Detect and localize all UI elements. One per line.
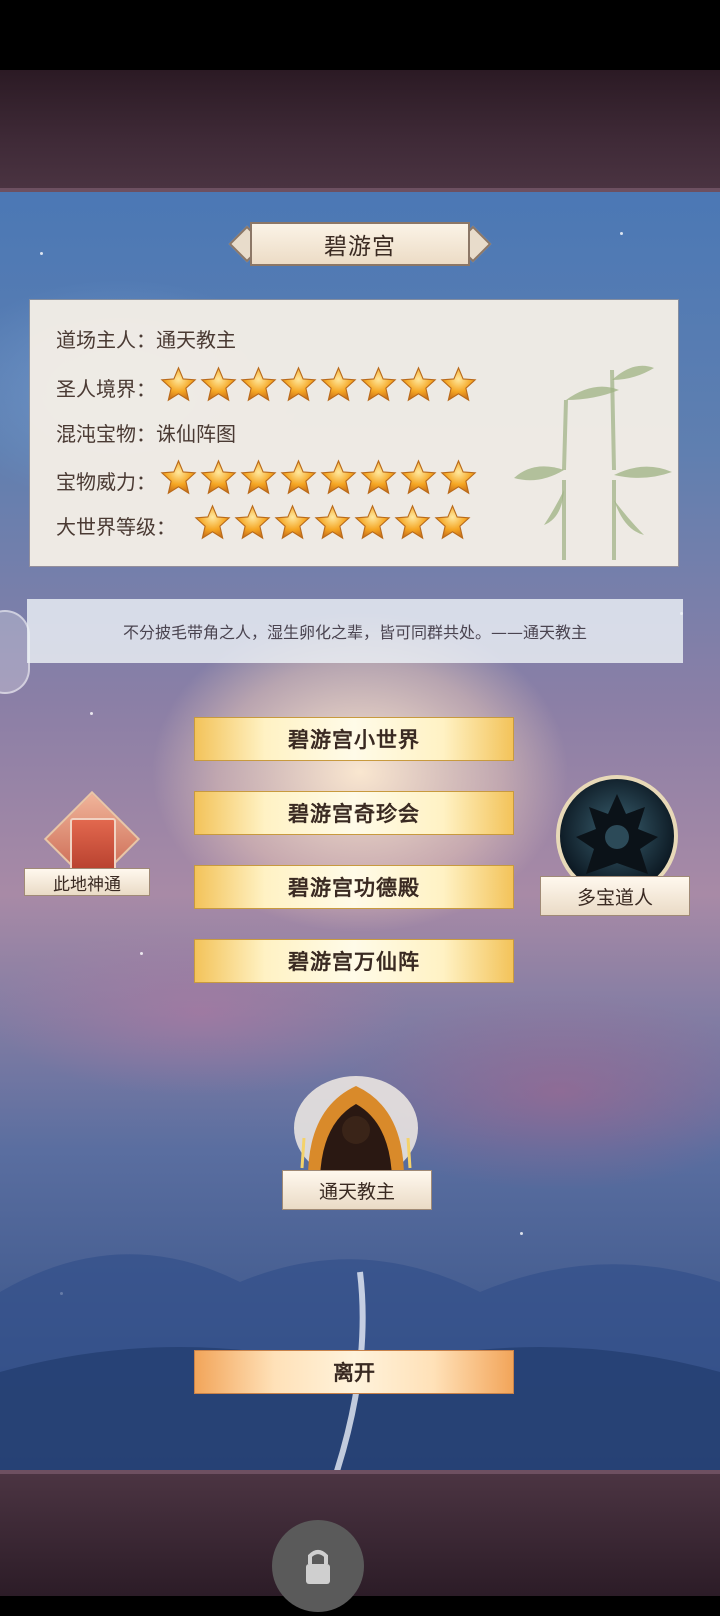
star-icon [320, 366, 357, 408]
star-icon [360, 459, 397, 501]
star-icon [400, 366, 437, 408]
owner-value: 通天教主 [156, 328, 236, 352]
lock-button[interactable] [272, 1520, 364, 1612]
location-title: 碧游宫 [250, 222, 470, 266]
star-icon [274, 504, 311, 546]
info-panel: 道场主人： 通天教主 圣人境界： 混沌宝物： 诛仙阵图 宝物威力： 大世界等级： [30, 300, 678, 566]
menu-button-treasure-fair[interactable]: 碧游宫奇珍会 [194, 791, 514, 835]
star-icon [240, 366, 277, 408]
menu-button-label: 碧游宫奇珍会 [288, 802, 420, 826]
owner-label: 道场主人： [56, 328, 156, 352]
star-icon [354, 504, 391, 546]
treasure-label: 混沌宝物： [56, 422, 156, 446]
quote-text: 不分披毛带角之人，湿生卵化之辈，皆可同群共处。——通天教主 [122, 623, 587, 642]
star-icon [360, 366, 397, 408]
menu-button-immortal-array[interactable]: 碧游宫万仙阵 [194, 939, 514, 983]
world-label: 大世界等级： [56, 514, 176, 539]
menu-button-label: 碧游宫功德殿 [288, 876, 420, 900]
saint-portrait-icon [294, 1076, 418, 1178]
leave-button[interactable]: 离开 [194, 1350, 514, 1394]
power-stars [160, 459, 477, 501]
star-icon [160, 459, 197, 501]
star-icon [434, 504, 471, 546]
star-icon [234, 504, 271, 546]
star-icon [400, 459, 437, 501]
star-icon [200, 366, 237, 408]
star-icon [200, 459, 237, 501]
treasure-value: 诛仙阵图 [156, 422, 236, 446]
world-stars [194, 504, 471, 546]
owner-row: 道场主人： 通天教主 [56, 324, 236, 353]
bamboo-decoration [514, 365, 672, 560]
star-icon [160, 366, 197, 408]
power-label: 宝物威力： [56, 469, 156, 494]
status-bar [0, 0, 720, 70]
star-icon [280, 459, 317, 501]
star-icon [280, 366, 317, 408]
menu-button-label: 碧游宫小世界 [288, 728, 420, 752]
top-frame [0, 70, 720, 192]
menu-button-label: 碧游宫万仙阵 [288, 950, 420, 974]
menu-button-merit-hall[interactable]: 碧游宫功德殿 [194, 865, 514, 909]
menu-button-small-world[interactable]: 碧游宫小世界 [194, 717, 514, 761]
star-icon [440, 459, 477, 501]
star-icon [194, 504, 231, 546]
npc-tongtian-label: 通天教主 [282, 1170, 432, 1210]
treasure-row: 混沌宝物： 诛仙阵图 [56, 418, 236, 447]
world-row: 大世界等级： [56, 504, 471, 546]
lock-icon [306, 1550, 330, 1584]
star-icon [394, 504, 431, 546]
local-ability-label: 此地神通 [24, 868, 150, 896]
star-icon [320, 459, 357, 501]
leave-button-label: 离开 [333, 1361, 375, 1385]
saint-row: 圣人境界： [56, 366, 477, 408]
quote-bar: 不分披毛带角之人，湿生卵化之辈，皆可同群共处。——通天教主 [27, 599, 683, 663]
saint-label: 圣人境界： [56, 376, 156, 401]
power-row: 宝物威力： [56, 459, 477, 501]
star-icon [314, 504, 351, 546]
side-handle[interactable] [0, 610, 30, 694]
star-icon [440, 366, 477, 408]
book-icon [70, 818, 116, 872]
star-icon [240, 459, 277, 501]
saint-stars [160, 366, 477, 408]
npc-duobao-label: 多宝道人 [540, 876, 690, 916]
location-title-plaque: 碧游宫 [228, 222, 492, 266]
